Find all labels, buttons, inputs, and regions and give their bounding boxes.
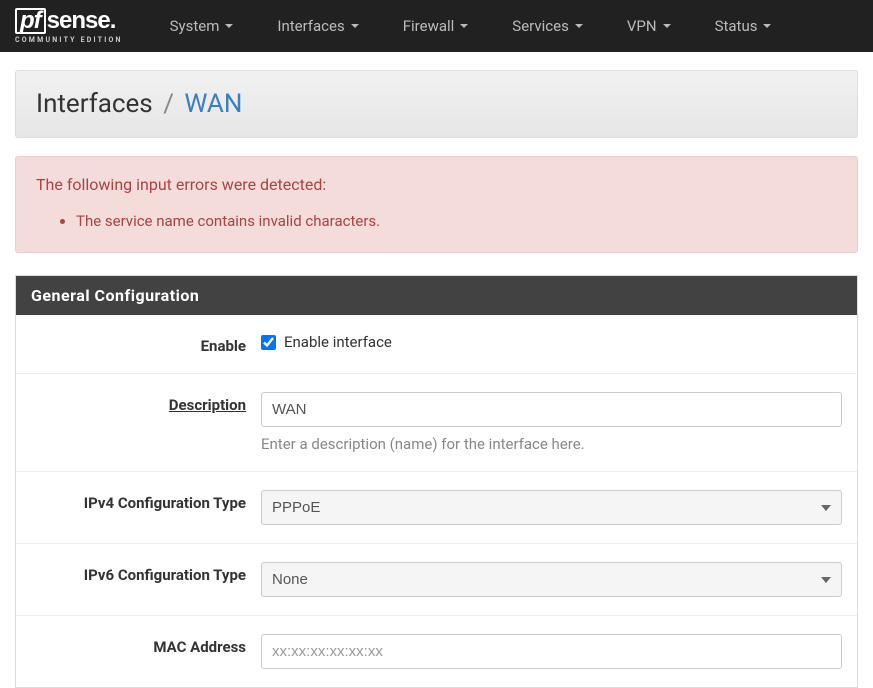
breadcrumb-main: Interfaces [36,89,153,119]
nav-menu: System Interfaces Firewall Services VPN … [148,3,794,49]
nav-item-services[interactable]: Services [490,3,605,49]
enable-label: Enable [31,333,261,355]
logo-subtitle: COMMUNITY EDITION [15,36,123,44]
mac-address-label: MAC Address [31,634,261,656]
form-row-ipv4-type: IPv4 Configuration Type PPPoE [16,472,857,544]
form-row-description: Description Enter a description (name) f… [16,374,857,472]
breadcrumb-sub: WAN [184,89,242,119]
nav-item-label: Status [715,17,758,35]
form-row-mac-address: MAC Address [16,616,857,687]
nav-item-firewall[interactable]: Firewall [381,3,491,49]
panel-header: General Configuration [16,276,857,315]
error-alert: The following input errors were detected… [15,156,858,253]
caret-down-icon [225,24,233,28]
form-row-ipv6-type: IPv6 Configuration Type None [16,544,857,616]
logo[interactable]: pfsense. COMMUNITY EDITION [15,8,123,44]
error-item: The service name contains invalid charac… [76,212,837,230]
description-help: Enter a description (name) for the inter… [261,435,842,453]
nav-item-label: Firewall [403,17,455,35]
mac-address-input[interactable] [261,634,842,669]
nav-item-label: Services [512,17,569,35]
logo-pf: pf [15,8,46,34]
caret-down-icon [460,24,468,28]
caret-down-icon [663,24,671,28]
nav-item-vpn[interactable]: VPN [605,3,693,49]
page-title: Interfaces / WAN [36,89,837,119]
ipv4-type-label: IPv4 Configuration Type [31,490,261,512]
ipv6-type-label: IPv6 Configuration Type [31,562,261,584]
nav-item-label: Interfaces [277,17,344,35]
description-label: Description [31,392,261,414]
error-alert-heading: The following input errors were detected… [36,175,837,194]
enable-checkbox[interactable] [261,335,276,350]
ipv4-type-select[interactable]: PPPoE [261,490,842,525]
caret-down-icon [575,24,583,28]
general-config-panel: General Configuration Enable Enable inte… [15,275,858,688]
ipv6-type-select[interactable]: None [261,562,842,597]
nav-item-system[interactable]: System [148,3,256,49]
caret-down-icon [351,24,359,28]
form-row-enable: Enable Enable interface [16,315,857,374]
enable-checkbox-label: Enable interface [284,333,392,351]
caret-down-icon [763,24,771,28]
page-title-bar: Interfaces / WAN [15,70,858,138]
logo-sense: sense [47,7,110,34]
nav-item-interfaces[interactable]: Interfaces [255,3,380,49]
nav-item-label: System [170,17,220,35]
nav-item-status[interactable]: Status [693,3,794,49]
top-navbar: pfsense. COMMUNITY EDITION System Interf… [0,0,873,52]
nav-item-label: VPN [627,17,657,35]
description-input[interactable] [261,392,842,427]
error-list: The service name contains invalid charac… [76,212,837,230]
panel-body: Enable Enable interface Description Ente… [16,315,857,687]
breadcrumb-separator: / [163,89,174,119]
